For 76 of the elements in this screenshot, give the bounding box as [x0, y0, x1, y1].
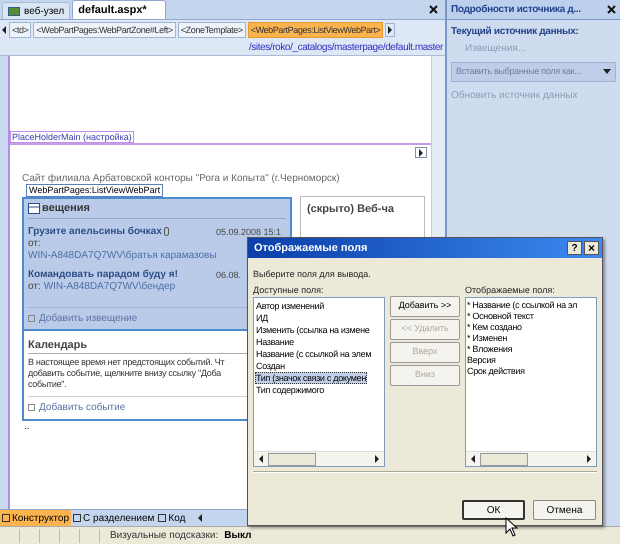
displayed-label: Отображаемые поля:	[465, 284, 555, 297]
dialog-button[interactable]: Добавить >>	[390, 296, 460, 316]
expand-icon[interactable]	[418, 148, 424, 156]
breadcrumb-tag[interactable]: <WebPartPages:WebPartZone#Left>	[33, 22, 176, 38]
view-tab[interactable]: Код	[156, 510, 188, 526]
list-item[interactable]: Автор изменений	[255, 300, 325, 312]
close-button[interactable]: ×	[584, 241, 599, 255]
left-arrow-icon[interactable]	[470, 455, 476, 463]
list-item[interactable]: Изменить (ссылка на измене	[255, 324, 370, 336]
webpart-title: (скрыто) Веб-ча	[307, 203, 394, 215]
horizontal-scrollbar[interactable]	[466, 451, 596, 466]
left-arrow-icon[interactable]	[197, 514, 204, 522]
add-icon	[28, 404, 35, 411]
by-label: от:	[28, 238, 41, 250]
left-arrow-icon[interactable]	[258, 455, 264, 463]
list-item[interactable]: * Кем создано	[467, 322, 522, 333]
dialog-title: Отображаемые поля	[254, 240, 368, 256]
announcement-title[interactable]: Грузите апельсины бочках	[28, 226, 162, 238]
breadcrumb-tag[interactable]: <WebPartPages:ListViewWebPart>	[248, 22, 384, 38]
status-value: Выкл	[224, 529, 252, 543]
view-icon	[73, 514, 82, 522]
calendar-text: добавить событие, щелкните внизу ссылку "Доба	[28, 368, 221, 379]
site-title: Сайт филиала Арбатовской конторы "Рога и Копыта" (г.Черноморск)	[22, 172, 341, 186]
scroll-thumb[interactable]	[268, 452, 316, 466]
right-arrow-icon[interactable]	[387, 26, 394, 34]
breadcrumb-tag[interactable]: <td>	[9, 22, 32, 38]
table-icon	[28, 202, 40, 214]
calendar-text: В настоящее время нет предстоящих событий. Чт	[28, 357, 224, 368]
right-arrow-icon[interactable]	[586, 455, 592, 463]
placeholder-label[interactable]: PlaceHolderMain (настройка)	[10, 131, 134, 143]
announcement-date: 05.09.2008 15:1	[216, 226, 282, 238]
help-button[interactable]: ?	[567, 241, 582, 255]
status-label: Визуальные подсказки:	[110, 529, 218, 543]
breadcrumb-tag[interactable]: <ZoneTemplate>	[178, 22, 246, 38]
horizontal-scrollbar[interactable]	[254, 451, 384, 466]
view-icon	[158, 514, 166, 522]
list-item[interactable]: Тип (значок связи с докумен	[255, 372, 368, 384]
add-event-link[interactable]: Добавить событие	[39, 400, 126, 415]
pane-title: Подробности источника д...	[451, 3, 581, 17]
available-list[interactable]: Автор изменений ИД Изменить (ссылка на измене Название Название (с ссылкой на элем Создан Тип (значок связи с докумен Тип содержимого	[253, 297, 385, 467]
mouse-pointer-icon	[505, 517, 518, 537]
announcement-date: 06.08.	[216, 268, 242, 280]
dots-text: ..	[24, 421, 30, 433]
close-icon[interactable]	[607, 5, 616, 14]
calendar-text: событие".	[28, 379, 66, 390]
right-arrow-icon[interactable]	[374, 455, 380, 463]
editor-tab[interactable]: default.aspx*	[72, 0, 166, 19]
announcement-title[interactable]: Командовать парадом буду я!	[28, 268, 178, 280]
list-item[interactable]: Тип содержимого	[255, 384, 326, 396]
editor-tab[interactable]: веб-узел	[2, 2, 70, 19]
by-label: от:	[28, 280, 41, 292]
list-item[interactable]: Версия	[467, 355, 496, 366]
add-icon	[28, 314, 35, 322]
view-icon	[2, 514, 10, 522]
site-icon	[8, 6, 20, 16]
scroll-thumb[interactable]	[480, 452, 528, 466]
list-item[interactable]: Срок действия	[467, 366, 525, 377]
list-item[interactable]: * Вложения	[467, 344, 512, 355]
available-label: Доступные поля:	[253, 284, 324, 297]
ok-button[interactable]: ОК	[462, 500, 525, 520]
pane-heading: Текущий источник данных:	[451, 25, 580, 39]
instruction-text: Выберите поля для вывода.	[253, 268, 371, 281]
view-tab[interactable]: С разделением	[71, 510, 156, 526]
list-item[interactable]: Создан	[255, 360, 286, 372]
list-item[interactable]: ИД	[255, 312, 269, 324]
webpart-title: вещения	[42, 201, 90, 216]
left-arrow-icon[interactable]	[1, 26, 7, 34]
view-tab[interactable]: Конструктор	[0, 510, 72, 526]
webpart-label[interactable]: WebPartPages:ListViewWebPart	[26, 184, 164, 197]
attachment-icon	[164, 227, 169, 236]
close-icon[interactable]	[429, 5, 438, 14]
displayed-list[interactable]: * Название (с ссылкой на эл * Основной текст * Кем создано * Изменен * Вложения Версия Срок действия	[465, 297, 597, 467]
list-item[interactable]: * Название (с ссылкой на эл	[467, 300, 578, 311]
list-item[interactable]: * Основной текст	[467, 311, 534, 322]
cancel-button[interactable]: Отмена	[533, 500, 596, 520]
list-item[interactable]: * Изменен	[467, 333, 508, 344]
